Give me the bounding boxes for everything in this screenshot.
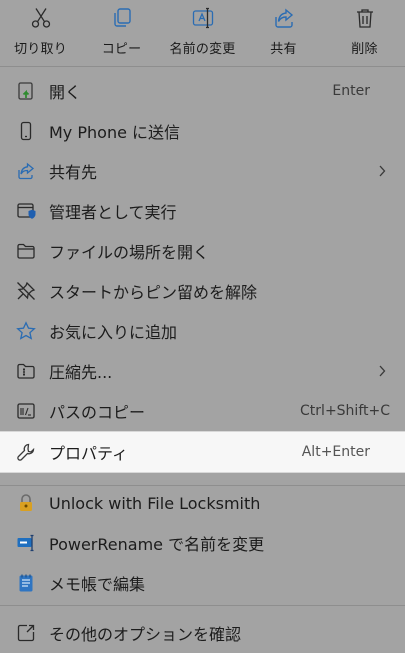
menu-item-properties[interactable]: プロパティ Alt+Enter bbox=[0, 431, 405, 473]
menu-item-show-more-options[interactable]: その他のオプションを確認 bbox=[0, 613, 405, 653]
context-menu: 切り取り コピー 名前の変更 共有 削除 開く Enter My Phone に… bbox=[0, 0, 405, 650]
menu-item-label: パスのコピー bbox=[49, 403, 146, 422]
more-options-icon bbox=[17, 624, 35, 642]
menu-item-label: お気に入りに追加 bbox=[49, 323, 178, 342]
menu-item-label: メモ帳で編集 bbox=[49, 575, 146, 594]
copy-icon bbox=[113, 8, 131, 27]
cut-button[interactable]: 切り取り bbox=[0, 0, 81, 66]
copy-label: コピー bbox=[101, 42, 142, 57]
menu-item-powerrename[interactable]: PowerRename で名前を変更 bbox=[0, 523, 405, 563]
cut-label: 切り取り bbox=[14, 42, 67, 57]
unpin-icon bbox=[17, 281, 36, 300]
menu-item-label: 開く bbox=[49, 83, 82, 102]
menu-item-label: 管理者として実行 bbox=[49, 203, 177, 222]
wrench-icon bbox=[17, 443, 35, 461]
menu-item-share-to[interactable]: 共有先 bbox=[0, 151, 405, 191]
share-icon bbox=[274, 8, 293, 28]
share-button[interactable]: 共有 bbox=[243, 0, 324, 66]
menu-item-add-to-favorites[interactable]: お気に入りに追加 bbox=[0, 311, 405, 351]
powerrename-icon bbox=[17, 534, 34, 552]
rename-button[interactable]: 名前の変更 bbox=[162, 0, 243, 66]
lock-icon bbox=[20, 494, 32, 511]
menu-item-open-file-location[interactable]: ファイルの場所を開く bbox=[0, 231, 405, 271]
chevron-right-icon bbox=[379, 365, 386, 377]
menu-item-label: ファイルの場所を開く bbox=[49, 243, 210, 262]
menu-item-label: 圧縮先... bbox=[49, 363, 113, 382]
menu-item-label: スタートからピン留めを解除 bbox=[49, 283, 258, 302]
delete-label: 削除 bbox=[351, 42, 378, 57]
trash-icon bbox=[356, 9, 373, 28]
divider bbox=[0, 605, 405, 606]
shortcut-text: Enter bbox=[332, 83, 370, 99]
shortcut-text: Ctrl+Shift+C bbox=[300, 403, 390, 419]
phone-icon bbox=[20, 121, 32, 141]
admin-shield-icon bbox=[17, 203, 36, 219]
menu-item-label: PowerRename で名前を変更 bbox=[49, 535, 265, 554]
scissors-icon bbox=[31, 8, 50, 28]
divider bbox=[0, 66, 405, 67]
copy-path-icon bbox=[17, 403, 35, 419]
zip-folder-icon bbox=[17, 363, 35, 379]
menu-item-label: Unlock with File Locksmith bbox=[49, 493, 261, 513]
rename-label: 名前の変更 bbox=[169, 42, 236, 57]
chevron-right-icon bbox=[379, 165, 386, 177]
action-bar: 切り取り コピー 名前の変更 共有 削除 bbox=[0, 0, 405, 66]
folder-icon bbox=[17, 243, 35, 259]
menu-item-edit-in-notepad[interactable]: メモ帳で編集 bbox=[0, 563, 405, 603]
menu-item-label: プロパティ bbox=[49, 444, 129, 463]
menu-item-run-as-admin[interactable]: 管理者として実行 bbox=[0, 191, 405, 231]
menu-item-unpin-from-start[interactable]: スタートからピン留めを解除 bbox=[0, 271, 405, 311]
menu-item-compress-to[interactable]: 圧縮先... bbox=[0, 351, 405, 391]
open-icon bbox=[18, 82, 33, 100]
rename-icon bbox=[192, 7, 213, 29]
menu-item-label: その他のオプションを確認 bbox=[49, 625, 242, 644]
menu-item-open[interactable]: 開く Enter bbox=[0, 71, 405, 111]
notepad-icon bbox=[19, 574, 33, 592]
menu-item-copy-path[interactable]: パスのコピー Ctrl+Shift+C bbox=[0, 391, 405, 431]
menu-item-label: 共有先 bbox=[49, 163, 98, 182]
menu-item-send-to-phone[interactable]: My Phone に送信 bbox=[0, 111, 405, 151]
delete-button[interactable]: 削除 bbox=[324, 0, 405, 66]
copy-button[interactable]: コピー bbox=[81, 0, 162, 66]
share-label: 共有 bbox=[270, 42, 297, 57]
menu-item-file-locksmith[interactable]: Unlock with File Locksmith bbox=[0, 483, 405, 523]
menu-item-label: My Phone に送信 bbox=[49, 123, 181, 142]
shortcut-text: Alt+Enter bbox=[301, 444, 370, 460]
share-icon bbox=[18, 162, 35, 180]
star-icon bbox=[16, 321, 36, 340]
